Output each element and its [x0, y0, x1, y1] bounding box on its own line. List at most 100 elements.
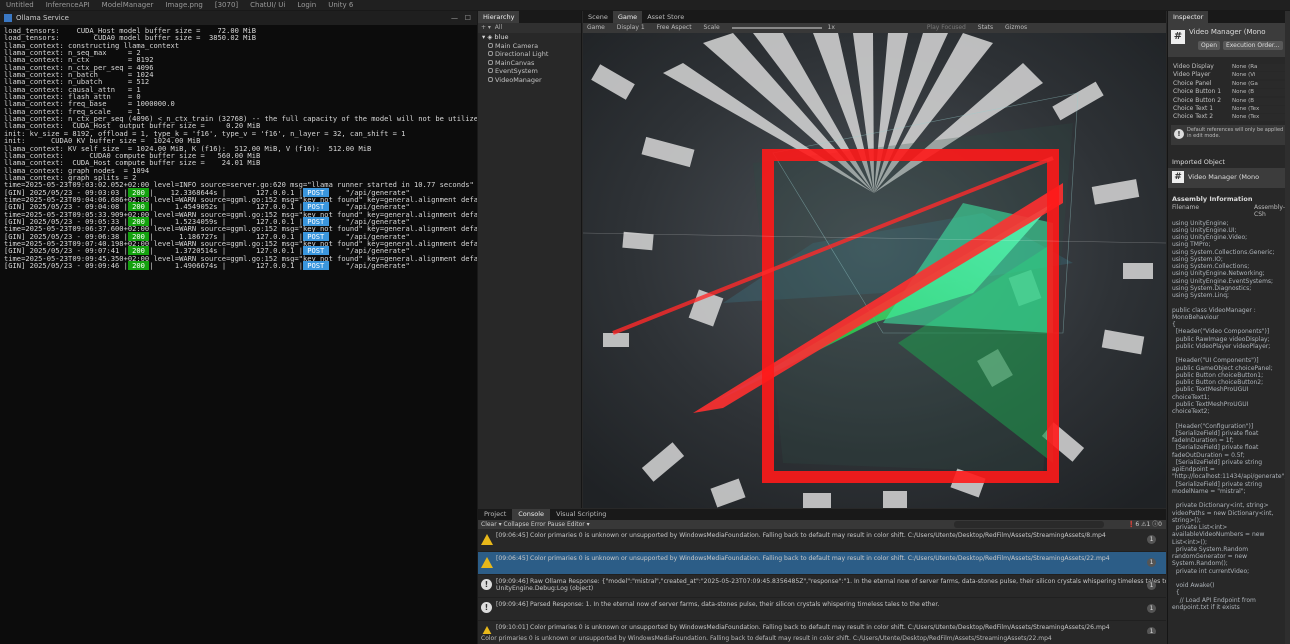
os-top-bar: Untitled InferenceAPI ModelManager Image.pn…	[0, 0, 1290, 10]
console-toolbar-buttons[interactable]: Clear ▾ Collapse Error Pause Editor ▾	[481, 521, 590, 528]
hierarchy-item-label: VideoManager	[495, 75, 542, 84]
inspector-scrollbar[interactable]	[1285, 11, 1290, 644]
inspector-field: Choice Text 2 None (Tex	[1168, 113, 1290, 122]
play-focused-select[interactable]: Play Focused	[927, 24, 966, 31]
tab-hierarchy[interactable]: Hierarchy	[478, 11, 520, 23]
terminal-title: Ollama Service	[16, 14, 69, 22]
gin-prefix: [GIN] 2025/05/23 - 09:09:46 |	[4, 261, 128, 270]
terminal-line: [GIN] 2025/05/23 - 09:09:46 | 200 | 1.49…	[4, 261, 477, 270]
inspector-field: Video Display None (Ra	[1168, 63, 1290, 71]
assembly-filename-row: Filename Assembly-CSh	[1168, 203, 1290, 218]
tab-game[interactable]: Game	[612, 11, 643, 23]
log-count-badge: 1	[1147, 581, 1156, 590]
inspector-field: Choice Panel None (Ga	[1168, 80, 1290, 88]
object-field[interactable]: None (B	[1230, 89, 1286, 97]
console-log-entry[interactable]: [09:06:45] Color primaries 0 is unknown …	[478, 529, 1166, 552]
topbar-item[interactable]: Image.png	[159, 0, 208, 10]
warning-icon	[481, 534, 493, 545]
aspect-select[interactable]: Free Aspect	[657, 24, 692, 31]
default-references-text: Default references will only be applied …	[1187, 126, 1284, 139]
topbar-item[interactable]: Untitled	[0, 0, 40, 10]
hierarchy-search-label: All	[494, 24, 503, 31]
topbar-item[interactable]: ChatUI/ Ui	[244, 0, 291, 10]
post-badge: POST	[302, 261, 329, 270]
topbar-item[interactable]: Login	[291, 0, 322, 10]
object-field[interactable]: None (B	[1230, 97, 1286, 105]
terminal-titlebar[interactable]: Ollama Service — ☐	[0, 11, 477, 25]
inspector-header: # Video Manager (Mono Open Execution Ord…	[1168, 23, 1290, 57]
warning-icon	[481, 557, 493, 568]
default-references-info: ! Default references will only be applie…	[1171, 124, 1287, 145]
console-log-entry[interactable]: ! [09:09:46] Parsed Response: 1. In the e…	[478, 598, 1166, 621]
scene-name: blue	[494, 33, 509, 41]
info-icon: !	[1174, 128, 1184, 139]
hierarchy-item-label: Main Camera	[495, 41, 539, 50]
tab-project[interactable]: Project	[478, 509, 512, 520]
topbar-item[interactable]: InferenceAPI	[40, 0, 96, 10]
console-toolbar[interactable]: Clear ▾ Collapse Error Pause Editor ▾ ❗6…	[478, 520, 1166, 529]
scale-slider[interactable]	[731, 26, 822, 29]
field-label: Choice Button 1	[1173, 88, 1222, 96]
inspector-panel: Inspector # Video Manager (Mono Open Exe…	[1167, 11, 1290, 644]
gizmos-button[interactable]: Gizmos	[1005, 24, 1027, 31]
object-field[interactable]: None (Tex	[1230, 114, 1286, 122]
log-count-badge: 1	[1147, 535, 1156, 544]
topbar-item[interactable]: [3070]	[209, 0, 244, 10]
terminal-output: load_tensors: CUDA_Host model buffer siz…	[0, 25, 477, 643]
topbar-item[interactable]: Unity 6	[322, 0, 359, 10]
hierarchy-item[interactable]: EventSystem	[478, 67, 581, 76]
terminal-app-icon	[4, 14, 12, 22]
object-field[interactable]: None (Ga	[1230, 80, 1286, 88]
game-view[interactable]	[583, 33, 1166, 508]
log-stack: UnityEngine.Debug:Log (object)	[496, 585, 594, 593]
log-message: [09:10:01] Color primaries 0 is unknown …	[496, 624, 1110, 631]
execution-order-button[interactable]: Execution Order...	[1223, 41, 1283, 50]
tab-asset-store[interactable]: Asset Store	[642, 11, 689, 23]
imported-object-header: # Video Manager (Mono	[1168, 167, 1290, 188]
tab-console[interactable]: Console	[512, 509, 551, 520]
hierarchy-search[interactable]: + ▾ All	[478, 23, 581, 33]
tab-inspector[interactable]: Inspector	[1168, 11, 1209, 23]
object-field[interactable]: None (Vi	[1230, 72, 1286, 80]
hierarchy-item[interactable]: VideoManager	[478, 76, 581, 85]
inspector-field: Choice Button 2 None (B	[1168, 97, 1290, 105]
hierarchy-item[interactable]: Directional Light	[478, 50, 581, 59]
hierarchy-scene-root[interactable]: ▾ ◈ blue	[478, 33, 581, 42]
log-count-badge: 1	[1147, 558, 1156, 567]
console-panel: Project Console Visual Scripting Clear ▾ C…	[478, 509, 1166, 644]
unity-editor: Hierarchy + ▾ All ▾ ◈ blue Main Camera Di…	[478, 11, 1290, 644]
gameobject-icon	[488, 59, 493, 65]
script-icon: #	[1171, 30, 1185, 44]
scene-game-panel: Scene Game Asset Store Game Display 1 Free…	[583, 11, 1166, 508]
assembly-info-title: Assembly Information	[1172, 194, 1253, 203]
log-message: [09:09:46] Parsed Response: 1. In the et…	[496, 601, 940, 608]
inspector-field: Video Player None (Vi	[1168, 71, 1290, 80]
tab-scene[interactable]: Scene	[583, 11, 613, 23]
display-select[interactable]: Display 1	[617, 24, 645, 31]
window-controls-icon[interactable]: — ☐	[451, 11, 471, 25]
gameobject-icon	[488, 42, 493, 48]
field-label: Video Display	[1173, 63, 1214, 70]
gameobject-icon	[488, 76, 493, 82]
hierarchy-item[interactable]: Main Camera	[478, 42, 581, 51]
console-search-input[interactable]	[954, 521, 1104, 528]
console-log-entry[interactable]: [09:06:45] Color primaries 0 is unknown …	[478, 552, 1166, 575]
open-button[interactable]: Open	[1198, 41, 1221, 50]
object-field[interactable]: None (Tex	[1230, 105, 1286, 113]
stats-button[interactable]: Stats	[978, 24, 993, 31]
object-field[interactable]: None (Ra	[1230, 64, 1286, 71]
terminal-window[interactable]: Ollama Service — ☐ load_tensors: CUDA_Ho…	[0, 11, 477, 644]
hierarchy-item-label: EventSystem	[495, 67, 538, 75]
field-label: Video Player	[1173, 71, 1211, 79]
console-log-entry[interactable]: ! [09:09:46] Raw Ollama Response: {"model…	[478, 575, 1166, 598]
topbar-item[interactable]: ModelManager	[96, 0, 160, 10]
game-display-select[interactable]: Game	[587, 24, 605, 31]
tab-visual-scripting[interactable]: Visual Scripting	[550, 509, 612, 520]
field-label: Choice Text 1	[1173, 104, 1214, 112]
hierarchy-item[interactable]: MainCanvas	[478, 59, 581, 68]
log-message: [09:06:45] Color primaries 0 is unknown …	[496, 532, 1106, 539]
scale-value: 1x	[827, 24, 835, 31]
field-label: Choice Text 2	[1173, 113, 1214, 121]
assembly-filename-label: Filename	[1172, 203, 1200, 211]
console-counts[interactable]: ❗6 ⚠1 ⓘ0	[1128, 520, 1162, 529]
